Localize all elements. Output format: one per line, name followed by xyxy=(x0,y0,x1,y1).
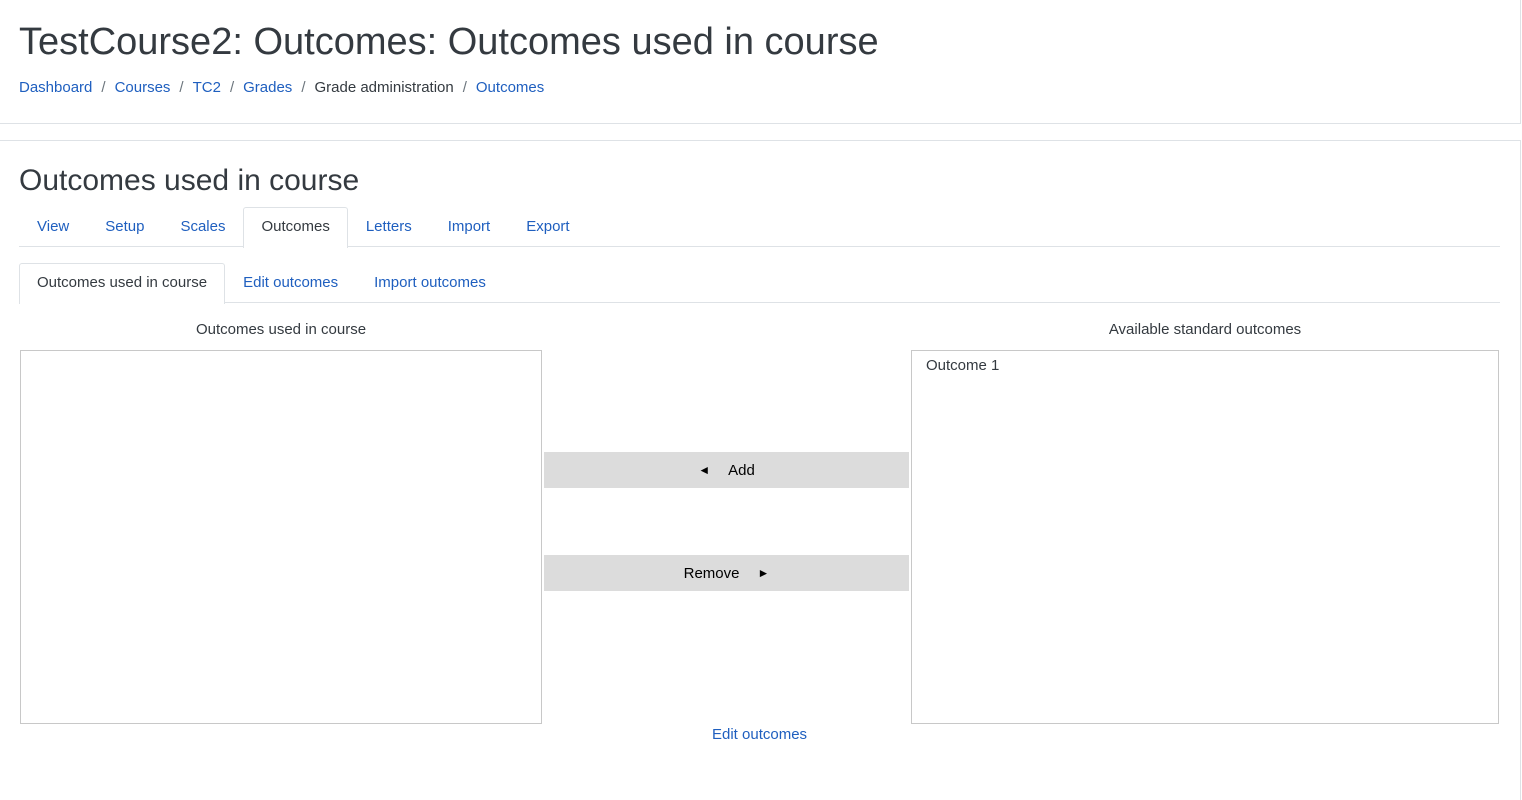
add-button-label: Add xyxy=(728,461,755,479)
breadcrumb-grades[interactable]: Grades xyxy=(243,78,292,98)
right-arrow-icon: ► xyxy=(757,566,770,580)
breadcrumb-separator: / xyxy=(101,79,106,96)
tab-edit-outcomes[interactable]: Edit outcomes xyxy=(225,263,356,303)
breadcrumb-dashboard[interactable]: Dashboard xyxy=(19,78,92,98)
primary-tabs: View Setup Scales Outcomes Letters Impor… xyxy=(19,207,1500,248)
available-outcomes-list[interactable]: Outcome 1 xyxy=(911,350,1499,724)
add-outcome-button[interactable]: ◄ Add xyxy=(544,452,909,488)
tab-outcomes-used-in-course[interactable]: Outcomes used in course xyxy=(19,263,226,304)
remove-outcome-button[interactable]: Remove ► xyxy=(544,555,909,591)
tab-import[interactable]: Import xyxy=(430,207,509,247)
available-outcomes-label: Available standard outcomes xyxy=(1108,321,1302,338)
page-title: TestCourse2: Outcomes: Outcomes used in … xyxy=(19,21,879,63)
tab-import-outcomes[interactable]: Import outcomes xyxy=(356,263,504,303)
left-arrow-icon: ◄ xyxy=(698,463,711,477)
tab-export[interactable]: Export xyxy=(508,207,587,247)
used-outcomes-list[interactable] xyxy=(20,350,542,724)
used-outcomes-label: Outcomes used in course xyxy=(195,321,367,338)
breadcrumb-separator: / xyxy=(462,79,467,96)
page-header: TestCourse2: Outcomes: Outcomes used in … xyxy=(0,0,1521,124)
tab-letters[interactable]: Letters xyxy=(348,207,430,247)
breadcrumb-grade-administration: Grade administration xyxy=(314,79,454,96)
secondary-tabs: Outcomes used in course Edit outcomes Im… xyxy=(19,263,1500,304)
tab-setup[interactable]: Setup xyxy=(87,207,162,247)
edit-outcomes-link[interactable]: Edit outcomes xyxy=(712,726,807,743)
breadcrumb-courses[interactable]: Courses xyxy=(115,78,171,98)
tab-scales[interactable]: Scales xyxy=(162,207,243,247)
breadcrumb: Dashboard / Courses / TC2 / Grades / Gra… xyxy=(19,78,544,98)
breadcrumb-separator: / xyxy=(179,79,184,96)
main-region: Outcomes used in course View Setup Scale… xyxy=(0,140,1521,800)
breadcrumb-tc2[interactable]: TC2 xyxy=(193,78,221,98)
section-title: Outcomes used in course xyxy=(19,164,360,197)
remove-button-label: Remove xyxy=(683,564,740,582)
breadcrumb-separator: / xyxy=(229,79,235,96)
tab-view[interactable]: View xyxy=(19,207,87,247)
tab-outcomes[interactable]: Outcomes xyxy=(243,207,348,248)
breadcrumb-separator: / xyxy=(301,79,306,96)
list-item[interactable]: Outcome 1 xyxy=(912,351,1498,375)
breadcrumb-outcomes[interactable]: Outcomes xyxy=(476,78,544,98)
